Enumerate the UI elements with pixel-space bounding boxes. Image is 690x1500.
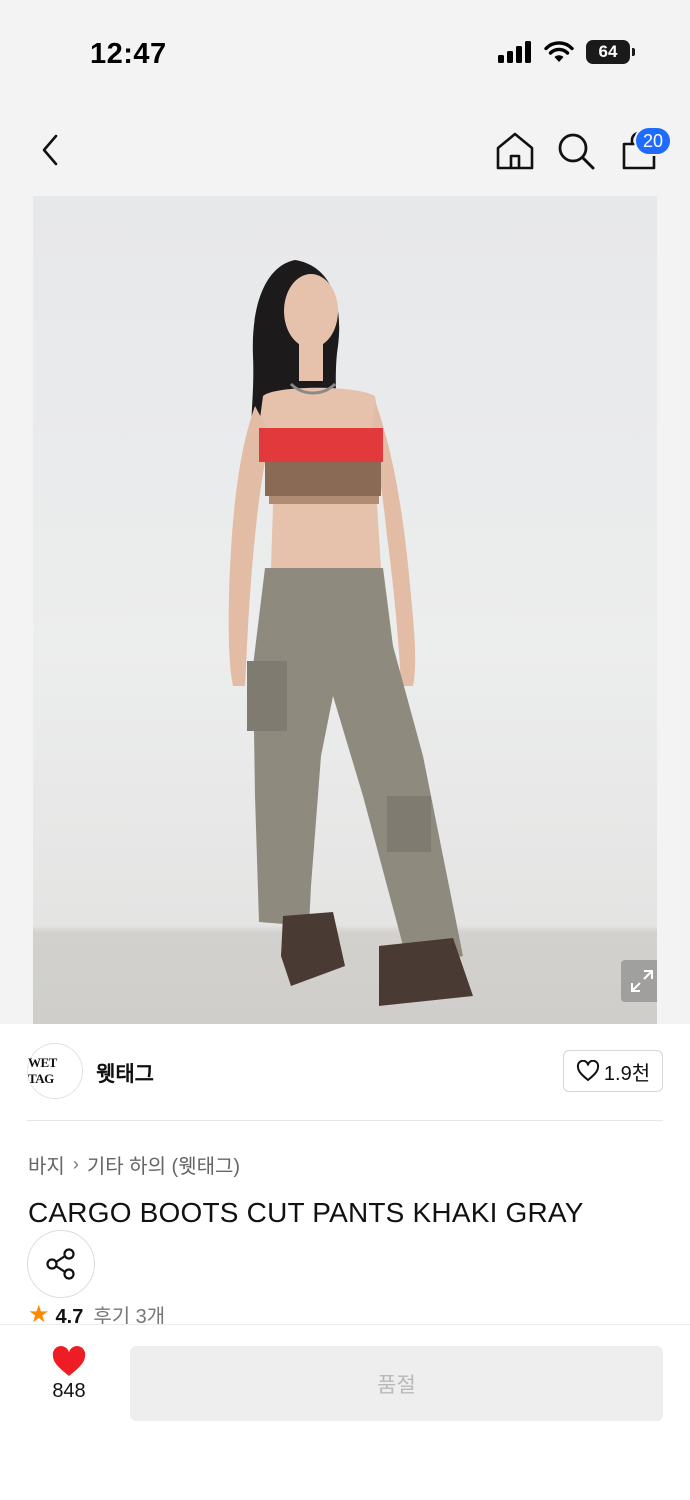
expand-icon	[631, 970, 653, 992]
back-button[interactable]	[30, 128, 70, 172]
expand-photo-button[interactable]	[621, 960, 657, 1002]
breadcrumb: 바지 › 기타 하의 (웻태그)	[28, 1150, 240, 1179]
share-icon	[46, 1248, 75, 1280]
brand-logo-text: WET TAG	[28, 1055, 57, 1086]
breadcrumb-category[interactable]: 바지	[28, 1150, 65, 1179]
cellular-signal-icon	[498, 41, 531, 63]
status-icons: 64	[498, 40, 635, 64]
product-title: CARGO BOOTS CUT PANTS KHAKI GRAY	[28, 1197, 584, 1228]
status-time: 12:47	[90, 38, 167, 70]
wifi-icon	[544, 41, 574, 62]
product-photo[interactable]	[33, 196, 657, 1024]
home-button[interactable]	[494, 130, 536, 172]
sold-out-button[interactable]: 품절	[130, 1346, 663, 1421]
battery-level: 64	[598, 42, 618, 61]
heart-filled-icon	[52, 1346, 86, 1376]
battery-indicator: 64	[586, 40, 635, 64]
brand-like-button[interactable]: 1.9천	[563, 1050, 663, 1092]
search-button[interactable]	[555, 130, 597, 172]
brand-logo[interactable]: WET TAG	[27, 1043, 83, 1099]
brand-like-count: 1.9천	[603, 1062, 651, 1085]
chevron-right-icon: ›	[72, 1154, 79, 1174]
wishlist-count: 848	[52, 1380, 86, 1402]
heart-outline-icon	[576, 1060, 599, 1081]
section-divider	[27, 1120, 663, 1121]
search-icon	[558, 133, 595, 170]
home-icon	[496, 132, 534, 170]
share-button[interactable]	[27, 1230, 95, 1298]
breadcrumb-subcategory[interactable]: 기타 하의 (웻태그)	[87, 1150, 240, 1179]
model-figure-illustration	[228, 260, 473, 1006]
wishlist-button[interactable]: 848	[28, 1346, 110, 1422]
brand-name[interactable]: 웻태그	[96, 1058, 154, 1088]
chevron-left-icon	[42, 134, 58, 166]
cart-count-badge: 20	[634, 126, 672, 156]
